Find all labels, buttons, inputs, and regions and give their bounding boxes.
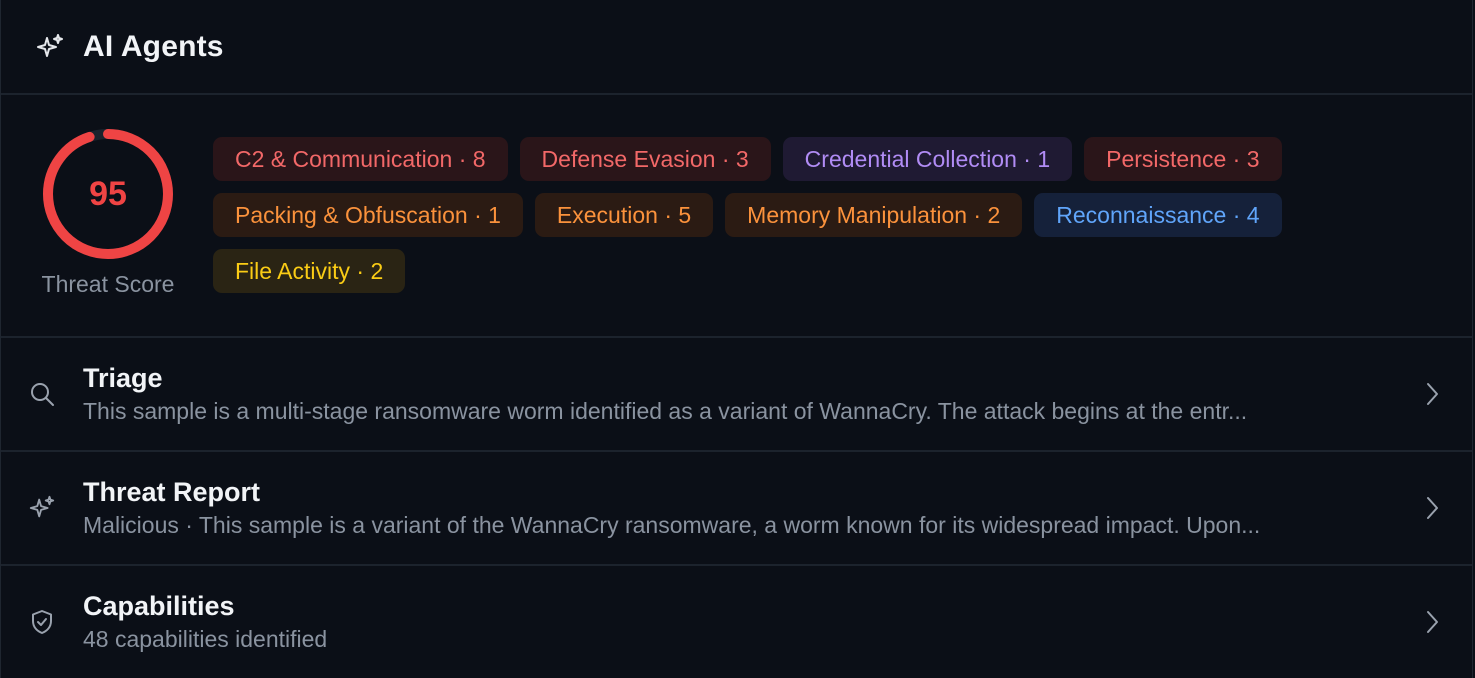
tag-reconnaissance[interactable]: Reconnaissance · 4	[1034, 193, 1282, 237]
triage-title: Triage	[83, 363, 163, 393]
capabilities-row[interactable]: Capabilities 48 capabilities identified	[1, 566, 1472, 678]
capabilities-title: Capabilities	[83, 591, 235, 621]
sparkles-icon	[35, 32, 65, 62]
tag-persistence[interactable]: Persistence · 3	[1084, 137, 1282, 181]
sparkles-icon	[27, 493, 57, 523]
threat-report-title: Threat Report	[83, 477, 261, 507]
threat-score-section: 95 Threat Score C2 & Communication · 8 D…	[1, 95, 1472, 338]
tag-c2-communication[interactable]: C2 & Communication · 8	[213, 137, 508, 181]
threat-report-row[interactable]: Threat Report Malicious · This sample is…	[1, 452, 1472, 566]
threat-score-label: Threat Score	[41, 271, 175, 297]
capabilities-summary: 48 capabilities identified	[83, 626, 328, 652]
chevron-right-icon	[1427, 497, 1438, 519]
chevron-right-icon	[1427, 611, 1438, 633]
page-title: AI Agents	[83, 29, 224, 63]
shield-check-icon	[27, 607, 57, 637]
tag-memory-manipulation[interactable]: Memory Manipulation · 2	[725, 193, 1023, 237]
panel-header: AI Agents	[1, 0, 1472, 95]
threat-score-value: 95	[89, 174, 127, 213]
ai-agents-panel: AI Agents 95 Threat Score C2 & Communica…	[0, 0, 1473, 678]
tag-list: C2 & Communication · 8 Defense Evasion ·…	[213, 137, 1413, 305]
tag-file-activity[interactable]: File Activity · 2	[213, 249, 406, 293]
threat-report-summary: Malicious · This sample is a variant of …	[83, 512, 1261, 538]
search-icon	[27, 379, 57, 409]
triage-row[interactable]: Triage This sample is a multi-stage rans…	[1, 338, 1472, 452]
tag-defense-evasion[interactable]: Defense Evasion · 3	[519, 137, 771, 181]
chevron-right-icon	[1427, 383, 1438, 405]
triage-summary: This sample is a multi-stage ransomware …	[83, 398, 1248, 424]
tag-execution[interactable]: Execution · 5	[534, 193, 714, 237]
tag-credential-collection[interactable]: Credential Collection · 1	[782, 137, 1073, 181]
tag-packing-obfuscation[interactable]: Packing & Obfuscation · 1	[213, 193, 523, 237]
